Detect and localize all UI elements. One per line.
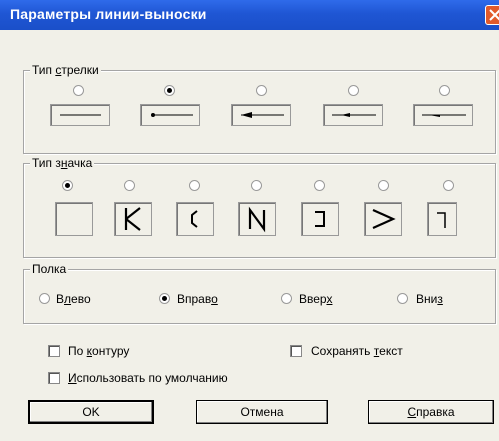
shelf-down-label[interactable]: Вниз (416, 292, 443, 306)
sign-type-group: Тип значка (23, 156, 496, 258)
use-default-checkbox[interactable] (48, 372, 60, 384)
title-bar[interactable]: Параметры линии-выноски (0, 0, 499, 30)
sign-n-icon (248, 206, 266, 233)
shelf-radio-left[interactable] (39, 293, 50, 304)
shelf-group: Полка Влево Вправо Вверх Вниз (23, 262, 496, 324)
sign-square-bracket-icon (315, 211, 325, 227)
use-default-label[interactable]: Использовать по умолчанию (68, 371, 228, 385)
sign-chevron-icon (372, 208, 396, 230)
leader-options-dialog: Параметры линии-выноски Тип стрелки Тип … (0, 0, 499, 441)
arrow-option-filled[interactable] (231, 104, 291, 126)
arrow-half-icon (422, 114, 466, 117)
sign-option-bracket[interactable] (176, 202, 214, 236)
shelf-radio-down[interactable] (397, 293, 408, 304)
help-button[interactable]: Справка (368, 400, 494, 424)
sign-option-chevron[interactable] (364, 202, 402, 236)
contour-checkbox[interactable] (48, 345, 60, 357)
sign-option-square-bracket[interactable] (301, 202, 339, 236)
save-text-label[interactable]: Сохранять текст (311, 344, 403, 358)
arrow-filled-icon (241, 112, 284, 118)
sign-radio-6[interactable] (378, 180, 389, 191)
shelf-radio-right[interactable] (159, 293, 170, 304)
shelf-label: Полка (30, 262, 69, 276)
sign-option-n[interactable] (238, 202, 276, 236)
arrow-type-group: Тип стрелки (23, 63, 496, 154)
arrow-small-icon (332, 113, 376, 117)
ok-button[interactable]: OK (28, 400, 154, 424)
sign-option-corner[interactable] (427, 202, 457, 236)
close-button[interactable] (485, 5, 499, 25)
save-text-checkbox[interactable] (290, 345, 302, 357)
sign-option-empty[interactable] (55, 202, 93, 236)
arrow-radio-1[interactable] (73, 85, 84, 96)
arrow-radio-4[interactable] (348, 85, 359, 96)
window-title: Параметры линии-выноски (10, 6, 207, 22)
sign-radio-7[interactable] (443, 180, 454, 191)
arrow-radio-2[interactable] (164, 85, 175, 96)
sign-radio-4[interactable] (251, 180, 262, 191)
sign-k-icon (124, 207, 141, 231)
contour-label[interactable]: По контуру (68, 344, 129, 358)
cancel-button[interactable]: Отмена (196, 400, 328, 424)
arrow-option-none[interactable] (50, 104, 110, 126)
arrow-none-icon (60, 114, 101, 116)
arrow-option-small[interactable] (323, 104, 383, 126)
sign-radio-2[interactable] (124, 180, 135, 191)
sign-radio-1[interactable] (62, 180, 73, 191)
arrow-type-label: Тип стрелки (30, 63, 101, 77)
sign-option-k[interactable] (114, 202, 152, 236)
sign-radio-3[interactable] (189, 180, 200, 191)
shelf-up-label[interactable]: Вверх (299, 292, 332, 306)
sign-type-label: Тип значка (30, 156, 95, 170)
sign-corner-icon (437, 212, 446, 228)
arrow-dot-icon (151, 113, 193, 117)
arrow-option-dot[interactable] (140, 104, 200, 126)
arrow-option-half[interactable] (413, 104, 473, 126)
arrow-radio-3[interactable] (256, 85, 267, 96)
sign-bracket-icon (191, 210, 198, 228)
shelf-radio-up[interactable] (281, 293, 292, 304)
shelf-right-label[interactable]: Вправо (177, 292, 218, 306)
shelf-left-label[interactable]: Влево (56, 292, 91, 306)
arrow-radio-5[interactable] (439, 85, 450, 96)
close-icon (489, 9, 499, 21)
sign-radio-5[interactable] (314, 180, 325, 191)
